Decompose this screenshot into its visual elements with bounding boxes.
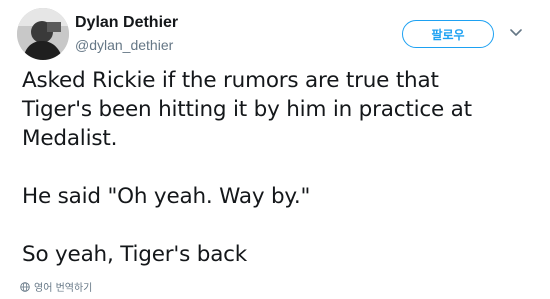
tweet-line: Asked Rickie if the rumors are true that — [22, 68, 439, 93]
avatar[interactable] — [17, 8, 69, 60]
globe-icon — [20, 281, 30, 292]
display-name[interactable]: Dylan Dethier — [75, 13, 178, 33]
translate-label[interactable]: 영어 번역하기 — [34, 279, 92, 294]
tweet-line: So yeah, Tiger's back — [22, 242, 248, 267]
chevron-down-glyph — [510, 29, 522, 36]
tweet-line: Tiger's been hitting it by him in practi… — [22, 97, 472, 122]
tweet-text: Asked Rickie if the rumors are true that… — [22, 66, 542, 269]
tweet-line: He said "Oh yeah. Way by." — [22, 184, 311, 209]
chevron-down-icon[interactable] — [507, 24, 525, 42]
follow-button[interactable]: 팔로우 — [402, 20, 494, 48]
avatar-photo — [17, 8, 69, 60]
translate-tweet-link[interactable]: 영어 번역하기 — [20, 279, 92, 294]
tweet-line: Medalist. — [22, 126, 118, 151]
user-handle[interactable]: @dylan_dethier — [75, 36, 173, 54]
